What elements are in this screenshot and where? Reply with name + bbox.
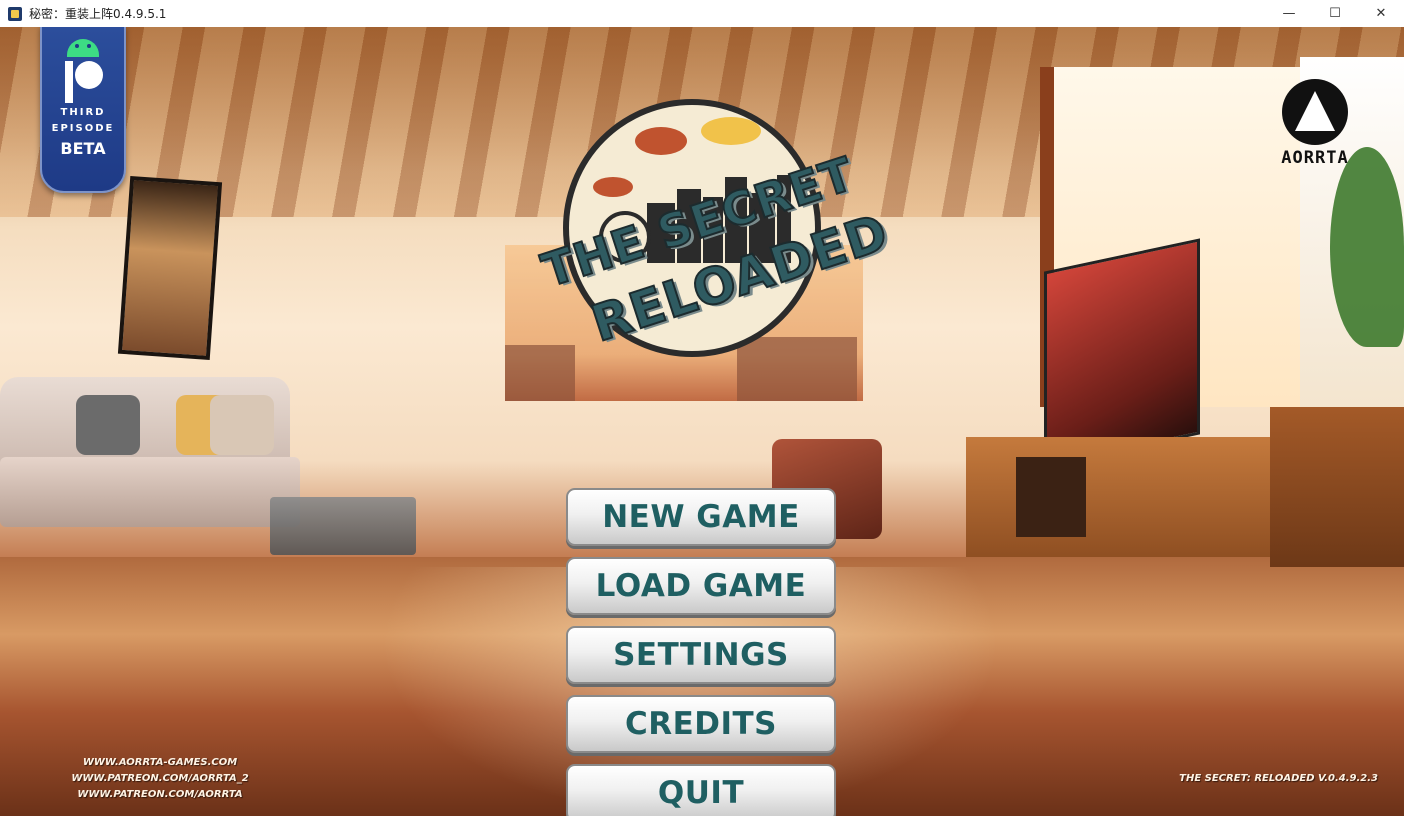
plant xyxy=(1330,147,1404,347)
studio-name: AORRTA xyxy=(1281,148,1349,168)
settings-button[interactable]: SETTINGS xyxy=(566,626,836,684)
game-viewport: THIRD EPISODE BETA THE SECRET RELOADED A… xyxy=(0,27,1404,816)
footer-links: WWW.AORRTA-GAMES.COM WWW.PATREON.COM/AOR… xyxy=(60,755,260,803)
episode-badge: THIRD EPISODE BETA xyxy=(40,27,126,193)
pillow xyxy=(210,395,274,455)
patreon-icon xyxy=(61,59,105,105)
sofa-seat xyxy=(0,457,300,527)
load-game-button[interactable]: LOAD GAME xyxy=(566,557,836,615)
badge-beta: BETA xyxy=(60,139,106,158)
pillow xyxy=(76,395,140,455)
quit-button[interactable]: QUIT xyxy=(566,764,836,816)
version-label: THE SECRET: RELOADED V.0.4.9.2.3 xyxy=(1179,773,1378,784)
android-icon xyxy=(67,39,99,57)
badge-line-third: THIRD xyxy=(60,107,106,118)
tv-stand xyxy=(966,437,1276,557)
maximize-button[interactable]: ☐ xyxy=(1312,0,1358,27)
game-logo: THE SECRET RELOADED xyxy=(535,77,896,377)
minimize-button[interactable]: — xyxy=(1266,0,1312,27)
badge-line-episode: EPISODE xyxy=(51,123,115,134)
close-button[interactable]: ✕ xyxy=(1358,0,1404,27)
wall-poster xyxy=(117,176,223,360)
main-menu: NEW GAME LOAD GAME SETTINGS CREDITS QUIT xyxy=(566,488,836,816)
studio-icon xyxy=(1282,79,1348,145)
coffee-table xyxy=(270,497,416,555)
website-link[interactable]: WWW.AORRTA-GAMES.COM xyxy=(60,755,260,771)
new-game-button[interactable]: NEW GAME xyxy=(566,488,836,546)
studio-logo: AORRTA xyxy=(1278,79,1352,168)
window-title: 秘密：重装上阵0.4.9.5.1 xyxy=(29,7,167,21)
window-controls: — ☐ ✕ xyxy=(1266,0,1404,27)
patreon-link[interactable]: WWW.PATREON.COM/AORRTA xyxy=(60,787,260,803)
window-titlebar: 秘密：重装上阵0.4.9.5.1 — ☐ ✕ xyxy=(0,0,1404,28)
app-icon xyxy=(8,6,22,21)
sofa xyxy=(0,357,300,537)
credits-button[interactable]: CREDITS xyxy=(566,695,836,753)
patreon-link-2[interactable]: WWW.PATREON.COM/AORRTA_2 xyxy=(60,771,260,787)
side-cabinet xyxy=(1270,407,1404,567)
television xyxy=(1044,238,1200,468)
